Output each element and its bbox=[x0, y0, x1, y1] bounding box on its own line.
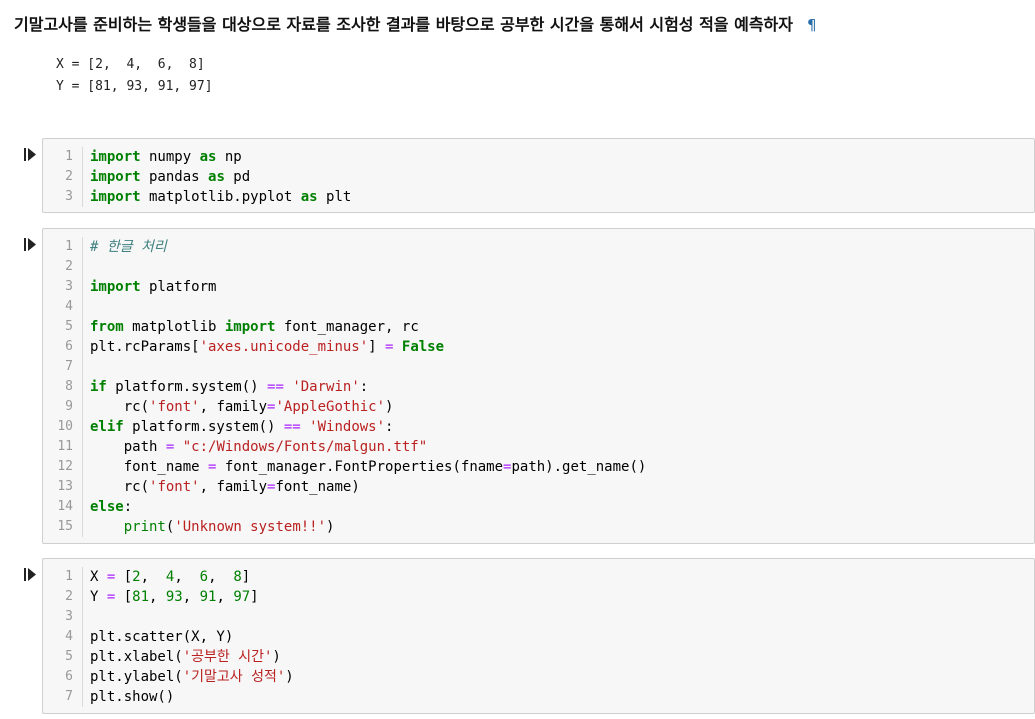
line-number-gutter: 1 2 3 bbox=[43, 147, 83, 207]
markdown-code-line: Y = [81, 93, 91, 97] bbox=[56, 79, 213, 94]
line-number: 10 bbox=[57, 419, 73, 434]
line-number: 6 bbox=[65, 339, 73, 354]
code-line: rc('font', family=font_name) bbox=[90, 479, 360, 495]
code-line: Y = [81, 93, 91, 97] bbox=[90, 589, 259, 605]
code-line: import platform bbox=[90, 279, 217, 295]
line-number: 11 bbox=[57, 439, 73, 454]
code-cell-2[interactable]: 1 2 3 4 5 6 7 8 9 10 11 12 13 14 15 # 한글… bbox=[0, 228, 1035, 544]
line-number: 5 bbox=[65, 319, 73, 334]
code-line: X = [2, 4, 6, 8] bbox=[90, 569, 251, 585]
line-number: 13 bbox=[57, 479, 73, 494]
code-line: import numpy as np bbox=[90, 149, 242, 165]
code-line: from matplotlib import font_manager, rc bbox=[90, 319, 419, 335]
code-editor[interactable]: 1 2 3 4 5 6 7 8 9 10 11 12 13 14 15 # 한글… bbox=[42, 228, 1035, 544]
code-line: import pandas as pd bbox=[90, 169, 251, 185]
code-lines: import numpy as np import pandas as pd i… bbox=[90, 147, 351, 207]
line-number-gutter: 1 2 3 4 5 6 7 8 9 10 11 12 13 14 15 bbox=[43, 237, 83, 537]
code-line: if platform.system() == 'Darwin': bbox=[90, 379, 369, 395]
code-lines: X = [2, 4, 6, 8] Y = [81, 93, 91, 97] pl… bbox=[90, 567, 294, 707]
code-line: plt.rcParams['axes.unicode_minus'] = Fal… bbox=[90, 339, 445, 355]
code-line: else: bbox=[90, 499, 133, 515]
line-number: 1 bbox=[65, 149, 73, 164]
line-number: 3 bbox=[65, 189, 73, 204]
code-cell-1[interactable]: 1 2 3 import numpy as np import pandas a… bbox=[0, 138, 1035, 213]
line-number: 2 bbox=[65, 169, 73, 184]
line-number-gutter: 1 2 3 4 5 6 7 bbox=[43, 567, 83, 707]
line-number: 8 bbox=[65, 379, 73, 394]
line-number: 2 bbox=[65, 259, 73, 274]
markdown-heading: 기말고사를 준비하는 학생들을 대상으로 자료를 조사한 결과를 바탕으로 공부… bbox=[14, 12, 817, 38]
line-number: 9 bbox=[65, 399, 73, 414]
line-number: 4 bbox=[65, 299, 73, 314]
run-cell-icon[interactable] bbox=[24, 238, 37, 251]
line-number: 4 bbox=[65, 629, 73, 644]
line-number: 1 bbox=[65, 239, 73, 254]
code-cell-3[interactable]: 1 2 3 4 5 6 7 X = [2, 4, 6, 8] Y = [81, … bbox=[0, 558, 1035, 714]
code-line: plt.ylabel('기말고사 성적') bbox=[90, 669, 294, 685]
run-cell-icon[interactable] bbox=[24, 148, 37, 161]
code-editor[interactable]: 1 2 3 4 5 6 7 X = [2, 4, 6, 8] Y = [81, … bbox=[42, 558, 1035, 714]
markdown-code-line: X = [2, 4, 6, 8] bbox=[56, 57, 205, 72]
code-lines: # 한글 처리 import platform from matplotlib … bbox=[90, 237, 646, 537]
code-line: plt.xlabel('공부한 시간') bbox=[90, 649, 281, 665]
code-line: path = "c:/Windows/Fonts/malgun.ttf" bbox=[90, 439, 428, 455]
anchor-link[interactable]: ¶ bbox=[807, 16, 817, 34]
line-number: 3 bbox=[65, 609, 73, 624]
line-number: 7 bbox=[65, 689, 73, 704]
code-line: font_name = font_manager.FontProperties(… bbox=[90, 459, 647, 475]
line-number: 1 bbox=[65, 569, 73, 584]
line-number: 6 bbox=[65, 669, 73, 684]
line-number: 7 bbox=[65, 359, 73, 374]
code-line: plt.scatter(X, Y) bbox=[90, 629, 234, 645]
line-number: 14 bbox=[57, 499, 73, 514]
code-line: import matplotlib.pyplot as plt bbox=[90, 189, 352, 205]
run-cell-icon[interactable] bbox=[24, 568, 37, 581]
line-number: 2 bbox=[65, 589, 73, 604]
code-editor[interactable]: 1 2 3 import numpy as np import pandas a… bbox=[42, 138, 1035, 213]
markdown-code-block: X = [2, 4, 6, 8] Y = [81, 93, 91, 97] bbox=[56, 54, 213, 98]
code-line: elif platform.system() == 'Windows': bbox=[90, 419, 394, 435]
line-number: 12 bbox=[57, 459, 73, 474]
line-number: 5 bbox=[65, 649, 73, 664]
code-line: rc('font', family='AppleGothic') bbox=[90, 399, 394, 415]
line-number: 3 bbox=[65, 279, 73, 294]
line-number: 15 bbox=[57, 519, 73, 534]
code-line: # 한글 처리 bbox=[90, 239, 167, 255]
code-line: print('Unknown system!!') bbox=[123, 519, 335, 535]
heading-text: 기말고사를 준비하는 학생들을 대상으로 자료를 조사한 결과를 바탕으로 공부… bbox=[14, 15, 793, 34]
code-line: plt.show() bbox=[90, 689, 175, 705]
